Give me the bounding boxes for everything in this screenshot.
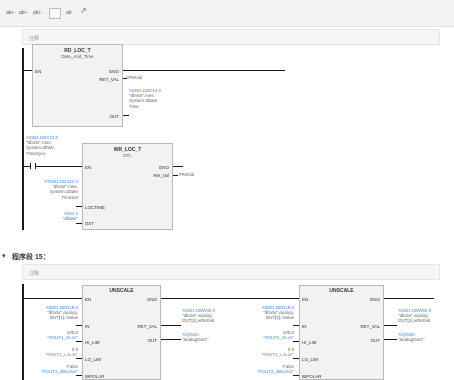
hi-lim-operand[interactable]: 100.0 "#OUT2_HLim" — [238, 330, 294, 340]
pin-en: EN — [35, 69, 42, 74]
block-title: UNSCALE — [329, 288, 354, 294]
rung-wire — [24, 70, 32, 71]
editor-toolbar: ab⊢ ab⊢ ab⊢ ab ↗ — [0, 0, 454, 27]
ret-wire — [161, 325, 181, 326]
pin-bipolar: BIPOLAR — [85, 374, 105, 379]
in-wire — [76, 325, 82, 326]
pin-out: OUT — [370, 338, 381, 343]
eno-wire — [173, 166, 183, 167]
lo-lim-operand[interactable]: 0.0 "#OUT1_LoLim" — [26, 347, 78, 357]
hi-lim-operand[interactable]: 100.0 "#OUT1_HLim" — [26, 330, 78, 340]
comment-label: 注释 — [29, 271, 40, 277]
network15-comment[interactable]: 注释 — [22, 264, 440, 280]
bipolar-operand[interactable]: False "#OUT1_dBipolar" — [26, 364, 78, 374]
out-operand[interactable]: %QW64 "analogOut1" — [182, 332, 208, 342]
eno-wire — [384, 298, 434, 299]
network14-comment[interactable]: 注释 — [22, 29, 440, 45]
pin-ret-val: Ret_Val — [153, 173, 169, 178]
pin-loctime: LOCTIME — [85, 205, 106, 210]
rd-loc-t-block[interactable]: RD_LOC_T Date_And_Time EN ENO RET_VAL OU… — [32, 44, 123, 127]
in-operand[interactable]: %DB1.DBD18.0 "dbVar".analog. OUT[2].rVal… — [238, 305, 294, 321]
pin-in: IN — [85, 324, 90, 329]
out-operand[interactable]: %QW66 "analogOut1" — [398, 332, 424, 342]
ret-wire — [384, 325, 397, 326]
eno-wire — [123, 70, 285, 71]
eno-wire — [161, 298, 299, 299]
operand-wire — [123, 78, 127, 79]
ret-val-operand[interactable]: #Retval — [179, 172, 194, 177]
pin-lo-lim: LO_LIM — [85, 357, 102, 362]
in-operand[interactable]: %DB1.DBD18.0 "dbVar".analog. OUT[1].rVal… — [26, 305, 78, 321]
insert-network-icon[interactable]: ab⊢ — [6, 10, 16, 16]
lo-wire — [293, 358, 299, 359]
hi-wire — [293, 341, 299, 342]
pin-ret-val: RET_VAL — [137, 324, 157, 329]
insert-coil-icon[interactable]: ab⊢ — [33, 10, 43, 16]
pin-eno: ENO — [159, 165, 169, 170]
pin-ret-val: RET_VAL — [99, 77, 119, 82]
pin-out: OUT — [147, 338, 158, 343]
out-wire — [384, 339, 397, 340]
ret-val-operand[interactable]: #Retval — [127, 75, 142, 80]
insert-branch-icon[interactable]: ab — [66, 10, 72, 16]
bip-wire — [293, 375, 299, 376]
pin-ret-val: RET_VAL — [360, 324, 380, 329]
unscale-block-1[interactable]: UNSCALE EN ENO IN RET_VAL OUT HI_LIM LO_… — [82, 285, 161, 380]
block-subtitle: DTL — [123, 153, 132, 158]
pin-hi-lim: HI_LIM — [302, 340, 317, 345]
pin-eno: ENO — [370, 297, 380, 302]
pin-en: EN — [85, 297, 92, 302]
pin-bipolar: BIPOLAR — [302, 374, 322, 379]
loctime-operand[interactable]: P#DB1.DBX22.0 "dbVar".mes. System.dDate … — [34, 179, 78, 200]
wr-loc-t-block[interactable]: WR_LOC_T DTL EN ENO Ret_Val LOCTIME DST — [82, 143, 173, 230]
rung-wire — [24, 298, 82, 299]
pin-dst: DST — [85, 221, 94, 226]
pin-eno: ENO — [147, 297, 157, 302]
collapse-arrow-icon[interactable]: ▾ — [2, 252, 6, 260]
in-wire — [293, 325, 299, 326]
lo-wire — [76, 358, 82, 359]
pin-in: IN — [302, 324, 307, 329]
ret-val-operand[interactable]: %DB1.DBW36.0 "dbVar".analog. OUT[1].wRet… — [182, 308, 215, 324]
comment-label: 注释 — [29, 36, 40, 42]
bipolar-operand[interactable]: False "#OUT2_dBipolar" — [238, 364, 294, 374]
network15-title[interactable]: 程序段 15： — [12, 252, 50, 262]
block-subtitle: Date_And_Time — [61, 54, 94, 59]
empty-box-button[interactable] — [49, 8, 61, 19]
block-title: UNSCALE — [109, 288, 134, 294]
out-wire — [161, 339, 181, 340]
hi-wire — [76, 341, 82, 342]
rung-wire — [36, 166, 82, 167]
dst-operand[interactable]: %M1.1 "dfalse" — [34, 211, 78, 221]
connect-wire-icon[interactable]: ↗ — [80, 6, 87, 15]
contact-operand[interactable]: %DB1.DBX10.0 "dbVar".mes. System.dbWe Ti… — [26, 135, 58, 156]
bip-wire — [76, 375, 82, 376]
ret-val-operand[interactable]: %DB1.DBW56.0 "dbVar".analog. OUT[2].wRet… — [398, 308, 431, 324]
pin-en: EN — [85, 165, 92, 170]
out-operand[interactable]: %DB1.DBD14.0 "dbVar".mes. System.dDate T… — [129, 88, 161, 109]
loctime-wire — [76, 206, 82, 207]
insert-contact-icon[interactable]: ab⊢ — [19, 10, 29, 16]
pin-hi-lim: HI_LIM — [85, 340, 100, 345]
unscale-block-2[interactable]: UNSCALE EN ENO IN RET_VAL OUT HI_LIM LO_… — [299, 285, 384, 380]
out-wire — [123, 115, 129, 116]
power-rail-left — [22, 48, 24, 230]
pin-en: EN — [302, 297, 309, 302]
pin-out: OUT — [109, 114, 120, 119]
dst-wire — [76, 223, 82, 224]
lo-lim-operand[interactable]: 0.0 "#OUT2_LoLim" — [238, 347, 294, 357]
pin-lo-lim: LO_LIM — [302, 357, 319, 362]
pin-eno: ENO — [109, 69, 119, 74]
operand-wire — [173, 175, 178, 176]
